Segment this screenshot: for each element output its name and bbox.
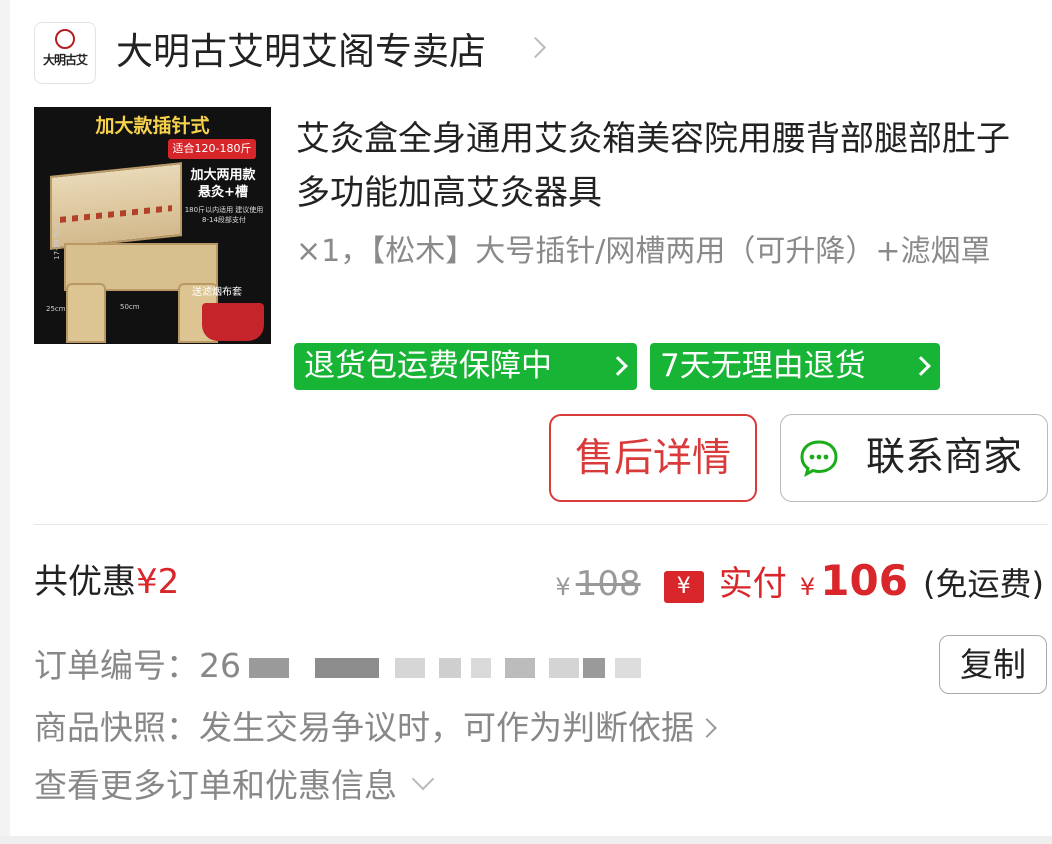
- tag-label: 退货包运费保障中: [304, 348, 552, 384]
- redacted-block: [615, 657, 641, 678]
- dim-height: 17-39.5cm: [52, 222, 61, 260]
- product-image-small-text: 180斤以内适用 建议使用8-14段部支付: [184, 206, 264, 224]
- chevron-right-icon: [608, 356, 628, 376]
- discount-summary: 共优惠¥2: [34, 560, 179, 604]
- redacted-block: [471, 657, 491, 678]
- smoke-cover-illustration: [202, 303, 264, 341]
- product-image[interactable]: 加大款插针式 适合120-180斤 加大两用款 悬灸+槽 180斤以内适用 建议…: [34, 107, 271, 344]
- seal-icon: [55, 29, 75, 49]
- product-image-headline: 加大款插针式: [95, 115, 210, 137]
- copy-order-number-button[interactable]: 复制: [939, 635, 1047, 694]
- product-title[interactable]: 艾灸盒全身通用艾灸箱美容院用腰背部腿部肚子多功能加高艾灸器具: [296, 112, 1036, 220]
- redacted-block: [315, 657, 379, 678]
- tag-7day-return[interactable]: 7天无理由退货: [650, 343, 940, 390]
- contact-seller-label: 联系商家: [865, 435, 1022, 480]
- moxa-box-illustration: [50, 162, 182, 250]
- chevron-right-icon: [911, 356, 931, 376]
- chevron-down-icon: [411, 767, 435, 791]
- tag-return-shipping[interactable]: 退货包运费保障中: [294, 343, 637, 390]
- tag-label: 7天无理由退货: [660, 348, 866, 384]
- shipping-note: (免运费): [923, 565, 1044, 603]
- store-name[interactable]: 大明古艾明艾阁专卖店: [116, 28, 486, 76]
- original-price: 108: [575, 564, 641, 604]
- redacted-block: [395, 657, 425, 678]
- bottom-divider: [0, 836, 1052, 844]
- dim-depth: 25cm: [46, 305, 66, 313]
- chevron-right-icon: [697, 718, 717, 738]
- price-row: ¥ 108 ¥ 实付 ¥ 106 (免运费): [555, 556, 1044, 606]
- paid-amount: 106: [820, 556, 908, 605]
- redacted-block: [549, 657, 579, 678]
- paid-label: 实付: [718, 564, 787, 604]
- redacted-block: [505, 657, 535, 678]
- order-number-row: 订单编号：26: [34, 644, 641, 688]
- redacted-block: [439, 657, 461, 678]
- original-price-currency: ¥: [555, 573, 571, 601]
- product-snapshot-link[interactable]: 商品快照：发生交易争议时，可作为判断依据: [34, 706, 717, 750]
- order-number-label: 订单编号：: [34, 646, 199, 685]
- snapshot-text: 商品快照：发生交易争议时，可作为判断依据: [34, 708, 694, 747]
- paid-currency: ¥: [799, 573, 816, 601]
- chat-bubble-icon: [800, 440, 838, 477]
- dim-width: 50cm: [120, 303, 140, 311]
- after-sale-button[interactable]: 售后详情: [549, 414, 757, 502]
- redacted-block: [249, 657, 289, 678]
- order-number-prefix: 26: [199, 646, 241, 685]
- more-order-info-toggle[interactable]: 查看更多订单和优惠信息: [34, 764, 435, 808]
- divider: [34, 524, 1048, 525]
- redacted-block: [583, 657, 605, 678]
- product-image-side-text: 加大两用款 悬灸+槽: [190, 168, 256, 200]
- payment-yen-icon: ¥: [663, 571, 704, 603]
- contact-seller-button[interactable]: 联系商家: [780, 414, 1048, 502]
- store-logo[interactable]: 大明古艾: [34, 22, 96, 84]
- more-info-text: 查看更多订单和优惠信息: [34, 766, 397, 805]
- discount-label: 共优惠: [34, 562, 136, 602]
- product-spec: ×1，【松木】大号插针/网槽两用（可升降）+滤烟罩: [296, 234, 991, 269]
- discount-amount: ¥2: [136, 562, 180, 602]
- product-image-check-text: 送滤烟布套: [192, 287, 242, 298]
- store-logo-text: 大明古艾: [42, 53, 88, 67]
- product-image-badge: 适合120-180斤: [168, 139, 256, 159]
